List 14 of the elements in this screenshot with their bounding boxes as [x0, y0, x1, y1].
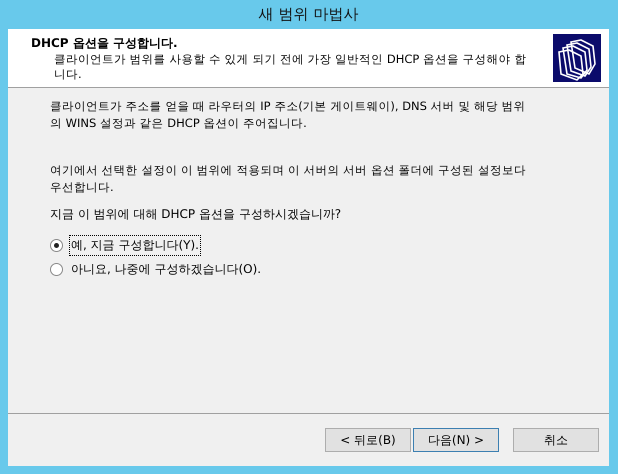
question-text: 지금 이 범위에 대해 DHCP 옵션을 구성하시겠습니까? [50, 206, 342, 223]
header-subtitle: 클라이언트가 범위를 사용할 수 있게 되기 전에 가장 일반적인 DHCP 옵션을 구성해야 합니다. [53, 52, 528, 82]
wizard-button[interactable]: 다음(N) > [413, 428, 499, 452]
description-text: 클라이언트가 주소를 얻을 때 라우터의 IP 주소(기본 게이트웨이), DNS 서버 및 해당 범위의 WINS 설정과 같은 DHCP 옵션이 주어집니다. [50, 98, 527, 132]
wizard-button[interactable]: < 뒤로(B) [325, 428, 411, 452]
header-title: DHCP 옵션을 구성합니다. [31, 34, 179, 52]
folders-icon [553, 34, 601, 82]
wizard-button[interactable]: 취소 [513, 428, 599, 452]
option-label[interactable]: 예, 지금 구성합니다(Y). [69, 234, 201, 256]
window-title: 새 범위 마법사 [258, 5, 358, 24]
radio-button[interactable] [50, 262, 63, 276]
description-text: 여기에서 선택한 설정이 이 범위에 적용되며 이 서버의 서버 옵션 폴더에 구성된 설정보다 우선합니다. [50, 162, 527, 196]
radio-button[interactable] [50, 238, 63, 252]
option-label[interactable]: 아니요, 나중에 구성하겠습니다(O). [69, 258, 264, 280]
